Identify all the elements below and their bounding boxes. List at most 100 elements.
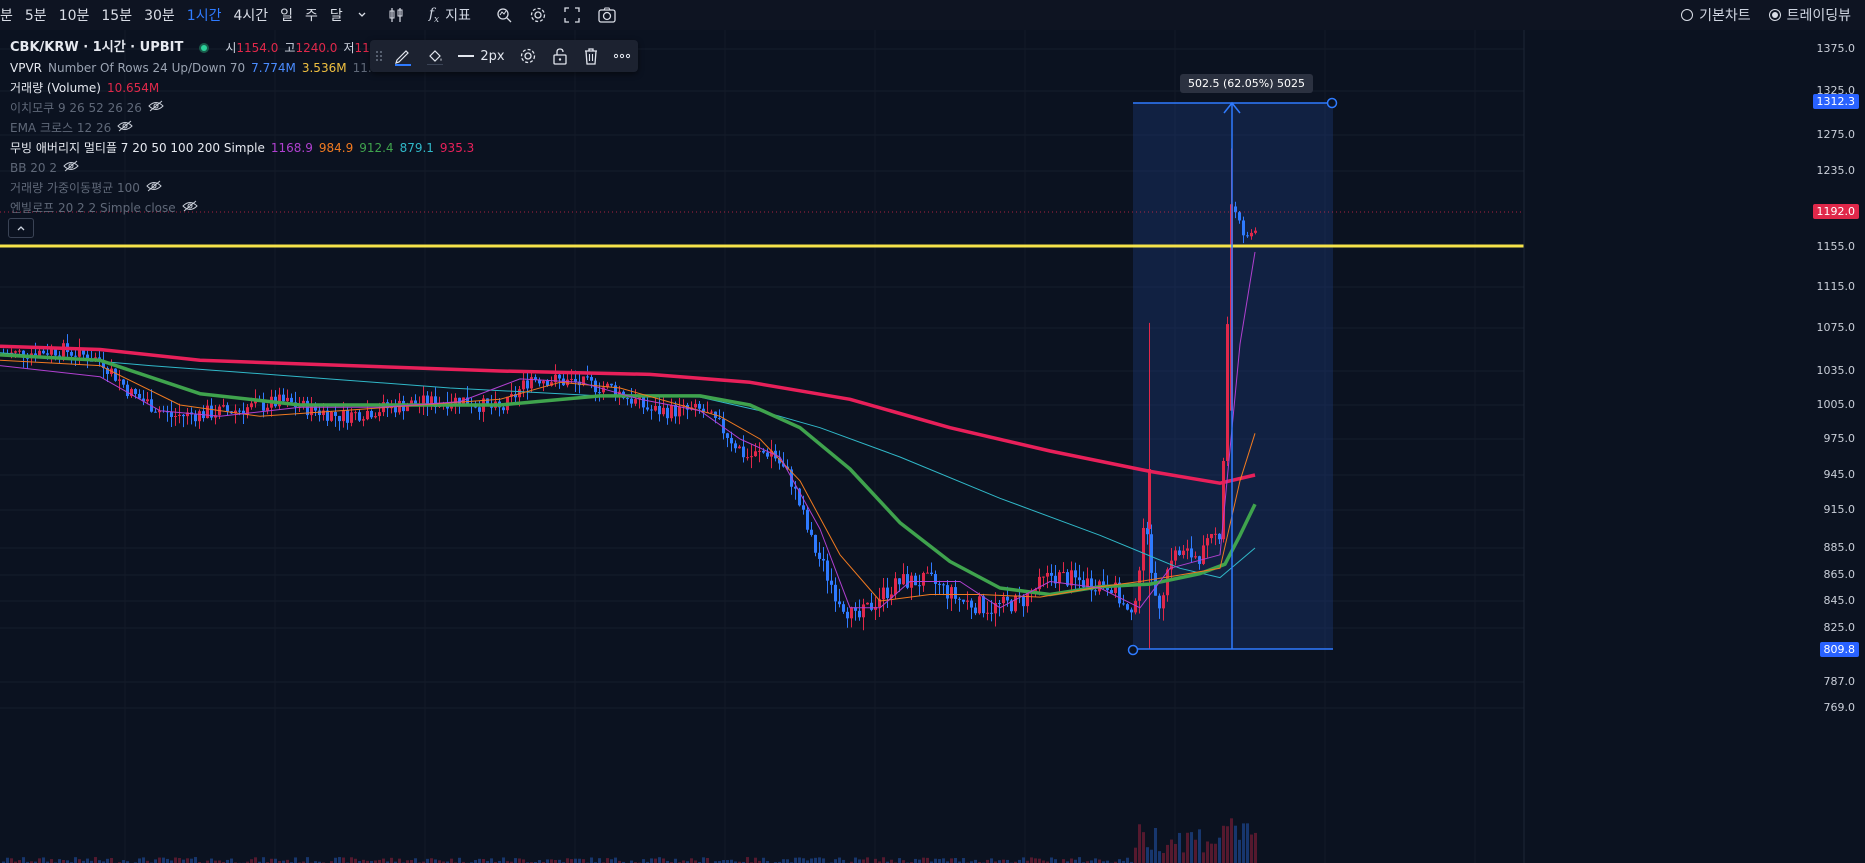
volume-bar (1138, 824, 1141, 863)
line-color-pencil-icon[interactable] (388, 40, 419, 72)
screenshot-camera-icon[interactable] (589, 6, 625, 24)
volume-bar (194, 857, 197, 863)
price-tick-label: 825.0 (1823, 621, 1856, 634)
volume-bar (590, 857, 593, 863)
volume-bar (78, 859, 81, 863)
volume-bar (810, 858, 813, 863)
symbol-title[interactable]: CBK/KRW · 1시간 · UPBIT (10, 38, 183, 58)
timeframe-dropdown-icon[interactable] (349, 10, 375, 20)
hidden-eye-icon[interactable] (146, 178, 162, 198)
volume-bar (614, 857, 617, 863)
volume-bar (162, 857, 165, 863)
timeframe-15m[interactable]: 15분 (95, 5, 138, 25)
volume-bar (1158, 851, 1161, 863)
volume-bar (106, 858, 109, 863)
line-width-selector[interactable]: 2px (450, 49, 512, 64)
indicators-label: 지표 (445, 8, 471, 24)
timeframe-week[interactable]: 주 (299, 5, 324, 25)
timeframe-day[interactable]: 일 (274, 5, 299, 25)
drawing-settings-icon[interactable] (513, 40, 544, 72)
volume-bar (814, 857, 817, 863)
legend-bb-row[interactable]: BB 20 2 (10, 158, 474, 178)
price-tick-label: 1155.0 (1816, 240, 1856, 253)
hidden-eye-icon[interactable] (63, 158, 79, 178)
legend-vwma-row[interactable]: 거래량 가중이동평균 100 (10, 178, 474, 198)
volume-bar (610, 859, 613, 863)
hidden-eye-icon[interactable] (117, 118, 133, 138)
candle (1226, 316, 1229, 466)
basic-chart-radio[interactable]: 기본차트 (1681, 5, 1751, 25)
radio-unselected-icon (1681, 9, 1694, 21)
legend-ma-multi-row[interactable]: 무빙 애버리지 멀티플 7 20 50 100 200 Simple 1168.… (10, 138, 474, 158)
volume-bar (922, 857, 925, 863)
volume-bar (882, 857, 885, 863)
timeframe-month[interactable]: 달 (324, 5, 349, 25)
volume-bar (1242, 823, 1245, 863)
unlock-icon[interactable] (544, 40, 575, 72)
volume-bar (306, 857, 309, 863)
legend-ichimoku-row[interactable]: 이치모쿠 9 26 52 26 26 (10, 98, 474, 118)
settings-icon[interactable] (521, 6, 555, 24)
volume-bar (1094, 858, 1097, 863)
volume-bar (854, 857, 857, 863)
volume-bar (654, 858, 657, 863)
measure-handle-bottom[interactable] (1127, 644, 1139, 656)
volume-bar (254, 857, 257, 863)
volume-bar (1030, 857, 1033, 863)
volume-bar (794, 857, 797, 863)
timeframe-10m[interactable]: 10분 (53, 5, 96, 25)
volume-bar (1162, 852, 1165, 863)
volume-bar (398, 858, 401, 863)
timeframe-min[interactable]: 분 (0, 5, 19, 25)
drag-handle-icon[interactable] (370, 40, 388, 72)
trash-icon[interactable] (575, 40, 606, 72)
volume-bar (22, 857, 25, 863)
more-options-icon[interactable] (607, 40, 638, 72)
hidden-eye-icon[interactable] (181, 198, 198, 218)
collapse-legend-button[interactable] (8, 218, 34, 238)
hidden-eye-icon[interactable] (148, 98, 164, 118)
volume-bar (874, 858, 877, 863)
volume-bar (338, 857, 341, 863)
measure-handle-top[interactable] (1326, 97, 1338, 109)
candle-type-icon[interactable] (379, 6, 413, 24)
volume-bar (58, 859, 61, 863)
volume-bar (482, 859, 485, 863)
price-axis[interactable] (1524, 30, 1865, 863)
legend-volume-row[interactable]: 거래량 (Volume) 10.654M (10, 78, 474, 98)
volume-bar (798, 857, 801, 863)
timeframe-30m[interactable]: 30분 (138, 5, 181, 25)
volume-bar (866, 857, 869, 863)
ohlc-open-value: 1154.0 (236, 41, 279, 55)
volume-bar (1070, 858, 1073, 863)
fill-color-bucket-icon[interactable] (419, 40, 450, 72)
volume-bar (690, 858, 693, 863)
volume-bar (514, 858, 517, 863)
compare-icon[interactable] (487, 6, 521, 24)
line-width-icon (458, 55, 475, 57)
volume-bar (94, 857, 97, 863)
volume-bar (1202, 852, 1205, 863)
tradingview-radio[interactable]: 트레이딩뷰 (1768, 5, 1851, 25)
legend-envelope-row[interactable]: 엔빌로프 20 2 2 Simple close (10, 198, 474, 218)
volume-bar (938, 859, 941, 863)
volume-bar (210, 858, 213, 863)
legend-ema-row[interactable]: EMA 크로스 12 26 (10, 118, 474, 138)
fullscreen-icon[interactable] (555, 6, 589, 24)
timeframe-5m[interactable]: 5분 (19, 5, 53, 25)
price-tick-label: 1275.0 (1816, 128, 1856, 141)
volume-bar (434, 859, 437, 863)
fx-icon: fx (428, 5, 440, 25)
timeframe-1h[interactable]: 1시간 (181, 5, 228, 25)
volume-bar (1170, 839, 1173, 863)
timeframe-4h[interactable]: 4시간 (227, 5, 274, 25)
volume-bar (582, 859, 585, 863)
volume-bar (250, 859, 253, 863)
indicators-button[interactable]: fx 지표 (421, 5, 479, 25)
volume-bar (858, 859, 861, 863)
price-tag: 1312.3 (1812, 94, 1859, 110)
volume-bar (650, 858, 653, 863)
price-tag: 809.8 (1819, 641, 1859, 657)
volume-bar (502, 857, 505, 863)
volume-bar (522, 859, 525, 863)
